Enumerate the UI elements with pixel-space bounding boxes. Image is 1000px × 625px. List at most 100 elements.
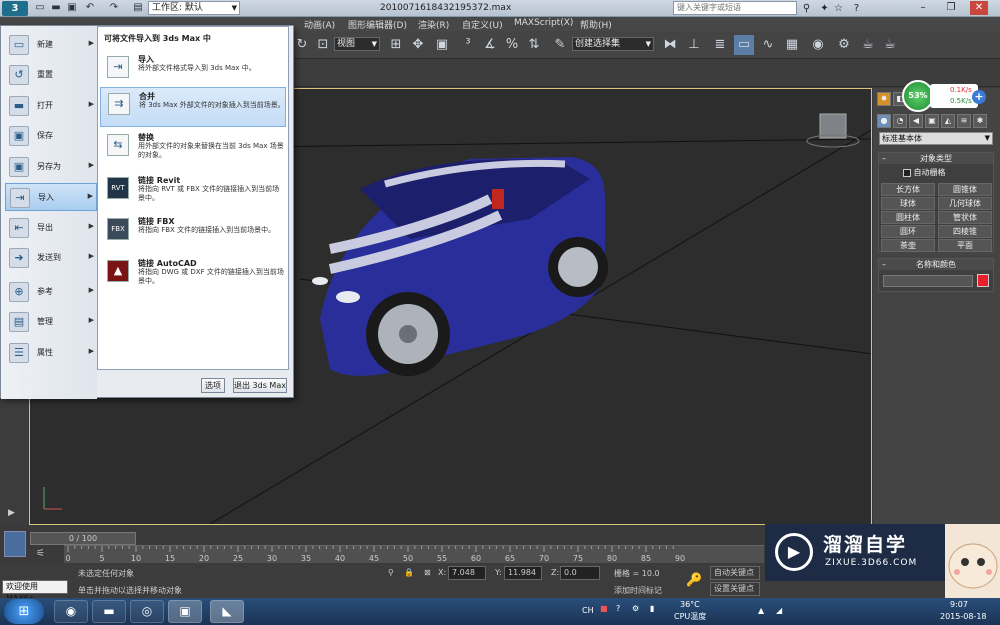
lights-icon[interactable]: ◀ [909, 114, 923, 128]
save-icon[interactable]: ▣ [66, 2, 78, 14]
undo-icon[interactable]: ↶ [84, 2, 96, 14]
menu-open[interactable]: ▬ 打开 ▶ [5, 92, 97, 120]
ribbon-icon[interactable]: ▭ [734, 35, 754, 55]
track-bar[interactable]: 0 5 10 15 20 25 30 35 40 45 50 55 60 65 70 75 80 85 90 [64, 545, 764, 563]
submenu-replace[interactable]: ⇆ 替换 用外部文件的对象来替换在当前 3ds Max 场景的对象。 [100, 129, 286, 169]
menu-properties[interactable]: ☰ 属性 ▶ [5, 339, 97, 367]
systems-icon[interactable]: ✱ [973, 114, 987, 128]
submenu-link-autocad[interactable]: ▲ 链接 AutoCAD 将指向 DWG 或 DXF 文件的链接插入到当前场景中… [100, 255, 286, 295]
media-player-icon[interactable]: ◉ [54, 600, 88, 623]
render-frame-icon[interactable]: ☕ [858, 35, 878, 55]
create-tab-icon[interactable]: ✸ [877, 92, 891, 106]
schematic-view-icon[interactable]: ▦ [782, 35, 802, 55]
time-slider[interactable]: 0 / 100 [30, 532, 136, 545]
torus-button[interactable]: 圆环 [881, 225, 935, 238]
menu-send-to[interactable]: ➜ 发送到 ▶ [5, 244, 97, 272]
geometry-icon[interactable]: ● [877, 114, 891, 128]
3dsmax-taskbar-icon[interactable]: ◣ [210, 600, 244, 623]
material-editor-icon[interactable]: ◉ [808, 35, 828, 55]
menu-rendering[interactable]: 渲染(R) [418, 18, 449, 31]
plane-button[interactable]: 平面 [938, 239, 992, 252]
settings-icon[interactable]: ⚙ [632, 604, 639, 613]
new-file-icon[interactable]: ▭ [34, 2, 46, 14]
filter-icon[interactable]: ⚟ [36, 548, 45, 559]
star-icon[interactable]: ☆ [832, 2, 845, 15]
cameras-icon[interactable]: ▣ [925, 114, 939, 128]
auto-key-button[interactable]: 自动关键点 [710, 566, 760, 580]
menu-graph-editors[interactable]: 图形编辑器(D) [348, 18, 407, 31]
help-icon[interactable]: ? [616, 604, 620, 613]
named-selection-combo[interactable]: 创建选择集 ▼ [572, 37, 654, 51]
network-icon[interactable]: ▲ [758, 606, 764, 615]
object-type-header[interactable]: – 对象类型 [879, 153, 993, 164]
menu-help[interactable]: 帮助(H) [580, 18, 612, 31]
object-color-swatch[interactable] [977, 274, 989, 287]
auto-grid-checkbox[interactable]: 自动栅格 [903, 167, 946, 178]
ime-indicator[interactable]: CH [582, 606, 594, 615]
spacewarps-icon[interactable]: ≋ [957, 114, 971, 128]
curve-editor-icon[interactable]: ∿ [758, 35, 778, 55]
browser-icon[interactable]: ◎ [130, 600, 164, 623]
mini-listener-icon[interactable] [4, 531, 26, 557]
selection-lock-icon[interactable]: 🔒 [404, 568, 414, 577]
menu-new[interactable]: ▭ 新建 ▶ [5, 31, 97, 59]
submenu-merge[interactable]: ⇉ 合并 将 3ds Max 外部文件的对象插入到当前场景。 [100, 87, 286, 127]
snap-3d-icon[interactable]: ³ [458, 35, 478, 55]
plus-icon[interactable]: + [972, 90, 986, 104]
primitive-type-select[interactable]: 标准基本体 ▼ [879, 132, 993, 145]
render-icon[interactable]: ☕ [880, 35, 900, 55]
keyboard-shortcut-icon[interactable]: ▣ [432, 35, 452, 55]
binoculars-icon[interactable]: ⚲ [800, 2, 813, 15]
lock-icon[interactable]: ⚲ [388, 568, 394, 577]
submenu-link-revit[interactable]: RVT 链接 Revit 将指向 RVT 或 FBX 文件的链接插入到当前场景中… [100, 172, 286, 212]
teapot-button[interactable]: 茶壶 [881, 239, 935, 252]
add-time-tag[interactable]: 添加时间标记 [614, 585, 662, 596]
workspace-select[interactable]: 工作区: 默认 ▼ [148, 1, 240, 15]
submenu-import[interactable]: ⇥ 导入 将外部文件格式导入到 3ds Max 中。 [100, 51, 286, 91]
battery-icon[interactable]: ▮ [650, 604, 654, 613]
cylinder-button[interactable]: 圆柱体 [881, 211, 935, 224]
menu-reset[interactable]: ↺ 重置 [5, 61, 97, 89]
angle-snap-icon[interactable]: ∡ [480, 35, 500, 55]
align-icon[interactable]: ⊥ [684, 35, 704, 55]
search-input[interactable]: 键入关键字或短语 [673, 1, 797, 15]
shapes-icon[interactable]: ◔ [893, 114, 907, 128]
set-key-button[interactable]: 设置关键点 [710, 582, 760, 596]
z-coordinate[interactable]: 0.0 [560, 566, 600, 580]
reference-coord-combo[interactable]: 视图 ▼ [334, 37, 380, 51]
scale-icon[interactable]: ⊡ [313, 35, 333, 55]
menu-references[interactable]: ⊕ 参考 ▶ [5, 278, 97, 306]
volume-icon[interactable]: ◢ [776, 606, 782, 615]
layer-icon[interactable]: ≣ [710, 35, 730, 55]
help-icon[interactable]: ? [850, 2, 863, 15]
menu-save[interactable]: ▣ 保存 [5, 122, 97, 150]
exit-button[interactable]: 退出 3ds Max [233, 378, 287, 393]
menu-maxscript[interactable]: MAXScript(X) [514, 18, 573, 28]
image-viewer-icon[interactable]: ▣ [168, 600, 202, 623]
sphere-button[interactable]: 球体 [881, 197, 935, 210]
app-menu-button[interactable]: 3 [2, 1, 28, 16]
close-button[interactable]: ✕ [970, 1, 988, 15]
explorer-icon[interactable]: ▬ [92, 600, 126, 623]
mirror-icon[interactable]: ⧓ [660, 35, 680, 55]
edit-named-sets-icon[interactable]: ✎ [550, 35, 570, 55]
key-icon[interactable]: 🔑 [686, 573, 702, 588]
menu-customize[interactable]: 自定义(U) [462, 18, 503, 31]
menu-animation[interactable]: 动画(A) [304, 18, 335, 31]
pyramid-button[interactable]: 四棱锥 [938, 225, 992, 238]
submenu-link-fbx[interactable]: FBX 链接 FBX 将指向 FBX 文件的链接插入到当前场景中。 [100, 213, 286, 253]
redo-icon[interactable]: ↷ [108, 2, 120, 14]
key-icon[interactable]: ✦ [818, 2, 831, 15]
tube-button[interactable]: 管状体 [938, 211, 992, 224]
spinner-snap-icon[interactable]: ⇅ [524, 35, 544, 55]
start-button[interactable]: ⊞ [4, 599, 44, 624]
menu-export[interactable]: ⇤ 导出 ▶ [5, 214, 97, 242]
cone-button[interactable]: 圆锥体 [938, 183, 992, 196]
options-button[interactable]: 选项 [201, 378, 225, 393]
open-file-icon[interactable]: ▬ [50, 2, 62, 14]
box-button[interactable]: 长方体 [881, 183, 935, 196]
geosphere-button[interactable]: 几何球体 [938, 197, 992, 210]
tray-app-icon[interactable]: ■ [600, 604, 608, 613]
y-coordinate[interactable]: 11.984 [504, 566, 542, 580]
helpers-icon[interactable]: ◭ [941, 114, 955, 128]
